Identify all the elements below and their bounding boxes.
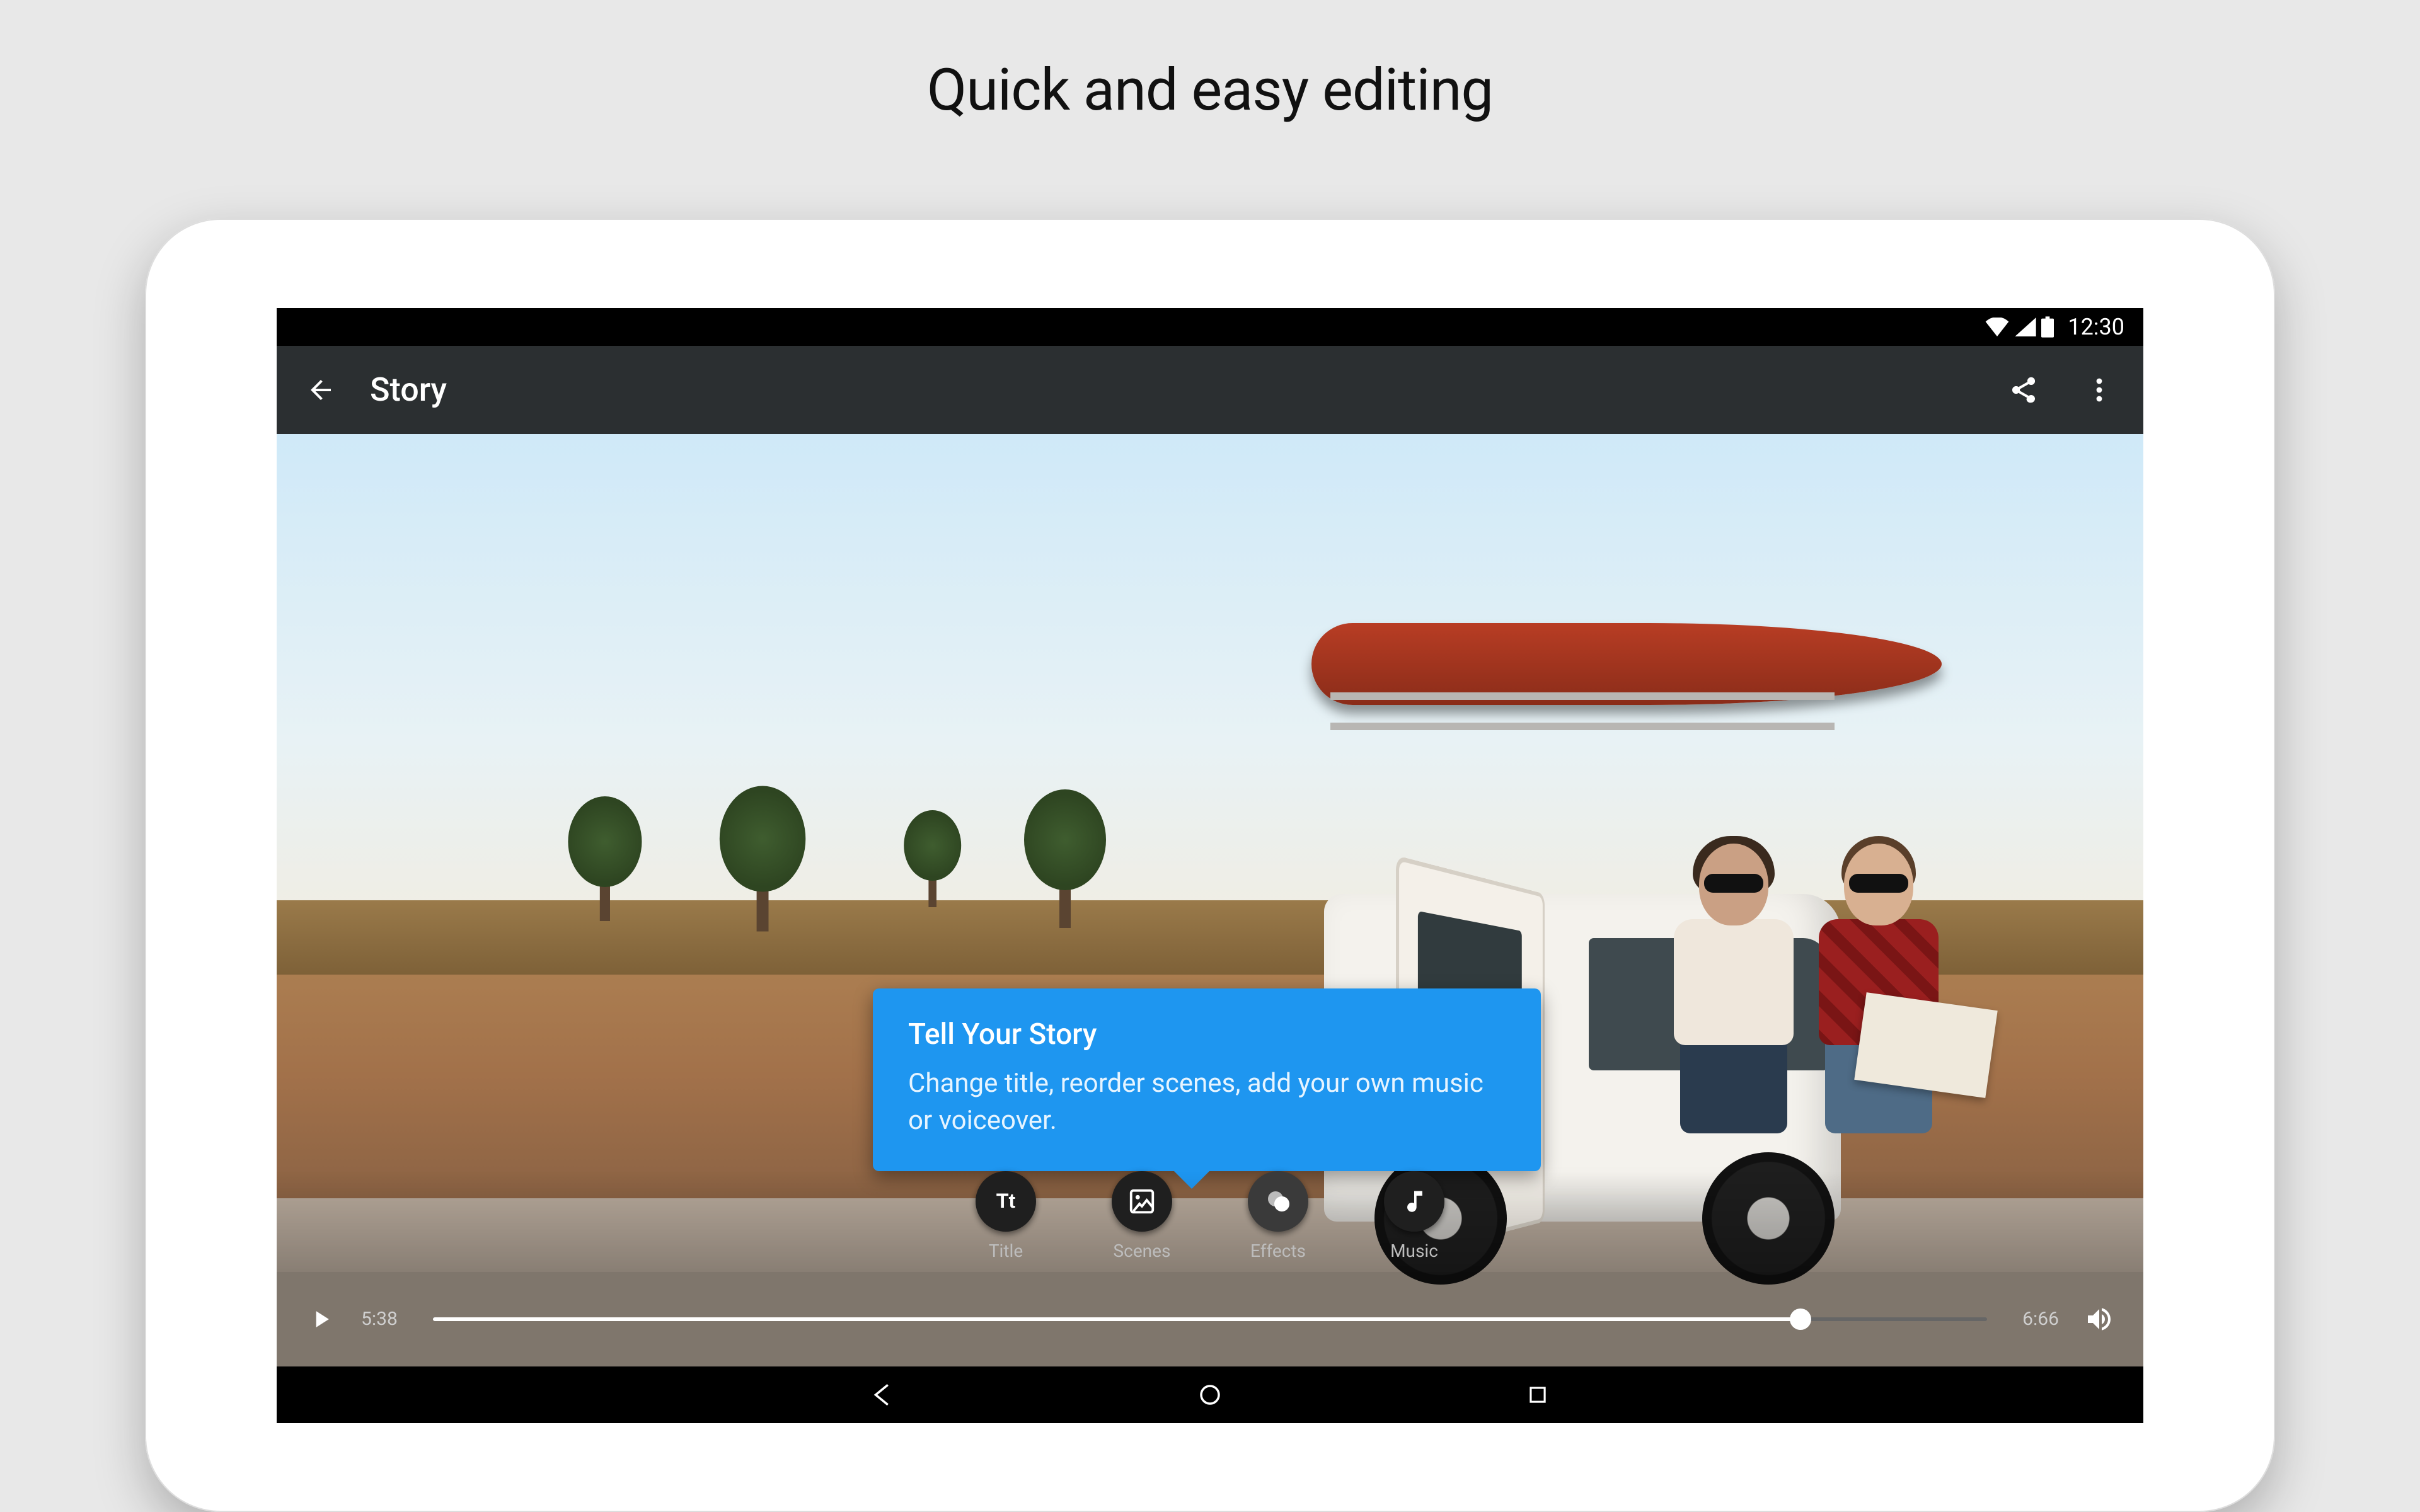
seek-thumb[interactable]: [1790, 1309, 1811, 1330]
video-preview[interactable]: Tell Your Story Change title, reorder sc…: [277, 434, 2143, 1366]
tool-title[interactable]: Tt Title: [976, 1171, 1036, 1272]
tooltip-body: Change title, reorder scenes, add your o…: [908, 1065, 1506, 1140]
page-title: Story: [370, 370, 2005, 409]
android-status-bar: 12:30: [277, 308, 2143, 346]
device-screen: 12:30 Story: [277, 308, 2143, 1423]
time-total: 6:66: [2008, 1308, 2059, 1330]
overflow-menu-button[interactable]: [2080, 371, 2118, 409]
headline: Quick and easy editing: [927, 57, 1493, 124]
nav-recents-button[interactable]: [1519, 1376, 1557, 1414]
tool-scenes[interactable]: Scenes: [1112, 1171, 1172, 1272]
volume-button[interactable]: [2080, 1300, 2118, 1338]
status-time: 12:30: [2068, 314, 2124, 340]
tooltip-title: Tell Your Story: [908, 1017, 1506, 1051]
seek-track[interactable]: [433, 1317, 1987, 1321]
editor-tool-row: Tt Title Scenes Effects: [277, 1171, 2143, 1272]
tool-effects-label: Effects: [1250, 1240, 1306, 1261]
tool-music[interactable]: Music: [1384, 1171, 1444, 1272]
tool-music-label: Music: [1390, 1240, 1438, 1261]
cell-signal-icon: [2015, 318, 2036, 336]
play-button[interactable]: [302, 1300, 340, 1338]
battery-icon: [2041, 316, 2054, 338]
tool-title-label: Title: [989, 1240, 1023, 1261]
app-bar: Story: [277, 346, 2143, 434]
svg-text:Tt: Tt: [996, 1189, 1016, 1212]
nav-home-button[interactable]: [1191, 1376, 1229, 1414]
onboarding-tooltip: Tell Your Story Change title, reorder sc…: [873, 988, 1541, 1171]
tablet-frame: 12:30 Story: [145, 219, 2275, 1512]
time-current: 5:38: [361, 1308, 412, 1330]
tool-effects[interactable]: Effects: [1248, 1171, 1308, 1272]
back-button[interactable]: [302, 371, 340, 409]
tool-scenes-label: Scenes: [1114, 1240, 1171, 1261]
playback-bar: 5:38 6:66: [277, 1272, 2143, 1366]
android-nav-bar: [277, 1366, 2143, 1423]
wifi-icon: [1985, 318, 2010, 336]
nav-back-button[interactable]: [863, 1376, 901, 1414]
share-button[interactable]: [2005, 371, 2043, 409]
